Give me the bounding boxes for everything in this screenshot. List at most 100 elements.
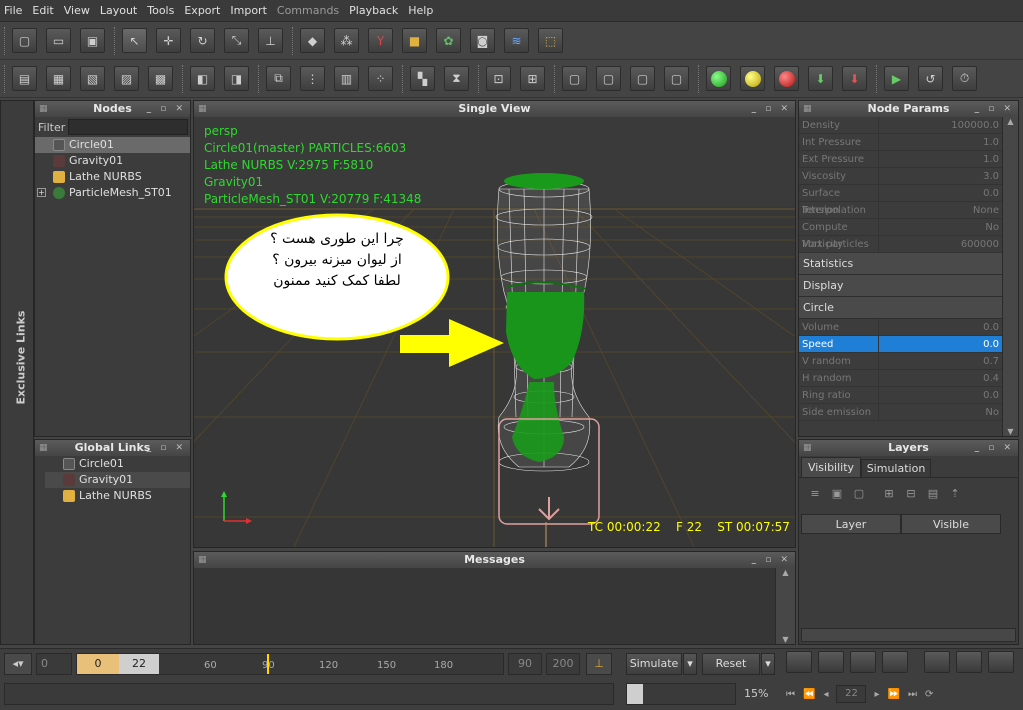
param-value[interactable]: 1.0 xyxy=(878,134,1003,150)
reset-dropdown[interactable]: ▾ xyxy=(761,653,775,675)
tool-k-button[interactable]: ⁘ xyxy=(368,66,393,91)
tool-f-button[interactable]: ◧ xyxy=(190,66,215,91)
current-frame-marker[interactable]: 22 xyxy=(119,654,159,674)
params-scrollbar[interactable]: ▲ ▼ xyxy=(1002,117,1018,436)
tool-h-button[interactable]: ⧉ xyxy=(266,66,291,91)
yellow-light-button[interactable] xyxy=(740,66,765,91)
filter-input[interactable] xyxy=(68,119,188,135)
save-cache-button[interactable]: ⬇ xyxy=(808,66,833,91)
tab-visibility[interactable]: Visibility xyxy=(801,457,861,477)
param-value[interactable]: 0.4 xyxy=(878,370,1003,386)
step-back-icon[interactable]: ⏪ xyxy=(803,689,815,700)
section-statistics[interactable]: Statistics xyxy=(799,253,1003,275)
render-sequence-button[interactable]: ▶ xyxy=(884,66,909,91)
param-row[interactable]: Interpolation None xyxy=(799,202,1003,219)
open-scene-button[interactable]: ▭ xyxy=(46,28,71,53)
tool-i-button[interactable]: ⋮ xyxy=(300,66,325,91)
node-item-particlemesh[interactable]: + ParticleMesh_ST01 xyxy=(35,185,190,201)
simulate-dropdown[interactable]: ▾ xyxy=(683,653,697,675)
param-row[interactable]: Ring ratio 0.0 xyxy=(799,387,1003,404)
tool-e-button[interactable]: ▩ xyxy=(148,66,173,91)
param-value[interactable]: 0.0 xyxy=(878,185,1003,201)
tool-particles-icon[interactable] xyxy=(882,651,908,673)
messages-scrollbar[interactable]: ▲ ▼ xyxy=(775,568,795,644)
tool-g-button[interactable]: ◨ xyxy=(224,66,249,91)
view-box-c-button[interactable]: ▢ xyxy=(630,66,655,91)
wrench-icon[interactable] xyxy=(988,651,1014,673)
param-value[interactable]: 0.0 xyxy=(878,336,1003,352)
save-scene-button[interactable]: ▣ xyxy=(80,28,105,53)
render-loop-button[interactable]: ↺ xyxy=(918,66,943,91)
layer-add-icon[interactable]: ▣ xyxy=(827,487,847,500)
create-object-button[interactable]: ◆ xyxy=(300,28,325,53)
select-tool-button[interactable]: ↖ xyxy=(122,28,147,53)
clear-cache-button[interactable]: ⬇ xyxy=(842,66,867,91)
tool-edit-icon[interactable] xyxy=(818,651,844,673)
next-key-icon[interactable] xyxy=(956,651,982,673)
node-item-gravity01[interactable]: Gravity01 xyxy=(35,153,190,169)
layers-hscrollbar[interactable] xyxy=(801,628,1016,642)
tool-a-button[interactable]: ▤ xyxy=(12,66,37,91)
zoom-extents-button[interactable]: ⊞ xyxy=(520,66,545,91)
go-end-icon[interactable]: ⏭ xyxy=(908,689,917,700)
timeline-options-button[interactable]: ◂▾ xyxy=(4,653,32,675)
step-forward-icon[interactable]: ⏩ xyxy=(888,689,900,700)
param-row[interactable]: Compute Vorticity No xyxy=(799,219,1003,250)
param-value[interactable]: 3.0 xyxy=(878,168,1003,184)
column-visible[interactable]: Visible xyxy=(901,514,1001,534)
current-start-marker[interactable]: 0 xyxy=(77,654,119,674)
param-value[interactable]: 600000 xyxy=(878,236,1003,252)
param-row[interactable]: Surface Tension 0.0 xyxy=(799,185,1003,216)
param-value[interactable]: 1.0 xyxy=(878,151,1003,167)
menu-view[interactable]: View xyxy=(64,4,90,17)
create-daemon-button[interactable]: Y xyxy=(368,28,393,53)
zoom-fit-button[interactable]: ⊡ xyxy=(486,66,511,91)
param-row[interactable]: Volume 0.0 xyxy=(799,319,1003,336)
layer-list-icon[interactable]: ≡ xyxy=(805,487,825,500)
create-group-button[interactable]: ⬚ xyxy=(538,28,563,53)
menu-help[interactable]: Help xyxy=(408,4,433,17)
current-frame-field[interactable]: 22 xyxy=(836,685,867,703)
menu-layout[interactable]: Layout xyxy=(100,4,137,17)
layer-remove-icon[interactable]: ▢ xyxy=(849,487,869,500)
create-camera-button[interactable]: ◙ xyxy=(470,28,495,53)
play-icon[interactable]: ▸ xyxy=(874,689,879,700)
red-light-button[interactable] xyxy=(774,66,799,91)
tool-l-button[interactable]: ▚ xyxy=(410,66,435,91)
tab-simulation[interactable]: Simulation xyxy=(861,459,931,477)
key-icon[interactable]: ⊥ xyxy=(586,653,612,675)
go-start-icon[interactable]: ⏮ xyxy=(786,689,795,700)
menu-import[interactable]: Import xyxy=(230,4,267,17)
prev-key-icon[interactable] xyxy=(924,651,950,673)
simulate-button[interactable]: Simulate xyxy=(626,653,682,675)
axis-tool-button[interactable]: ⊥ xyxy=(258,28,283,53)
param-row-selected[interactable]: Speed 0.0 xyxy=(799,336,1003,353)
viewport[interactable]: persp Circle01(master) PARTICLES:6603 La… xyxy=(194,117,795,547)
param-row[interactable]: Int Pressure 1.0 xyxy=(799,134,1003,151)
layer-group-icon[interactable]: ▤ xyxy=(923,487,943,500)
move-tool-button[interactable]: ✛ xyxy=(156,28,181,53)
tool-b-button[interactable]: ▦ xyxy=(46,66,71,91)
tool-c-button[interactable]: ▧ xyxy=(80,66,105,91)
green-light-button[interactable] xyxy=(706,66,731,91)
param-value[interactable]: No xyxy=(878,404,1003,420)
param-row[interactable]: Max particles 600000 xyxy=(799,236,1003,253)
node-item-lathe-nurbs[interactable]: Lathe NURBS xyxy=(35,169,190,185)
reset-button[interactable]: Reset xyxy=(702,653,760,675)
scroll-down-icon[interactable]: ▼ xyxy=(1003,427,1018,436)
playhead[interactable] xyxy=(267,654,269,674)
param-value[interactable]: No xyxy=(878,219,1003,235)
param-value[interactable]: 0.0 xyxy=(878,387,1003,403)
param-row[interactable]: Ext Pressure 1.0 xyxy=(799,151,1003,168)
menu-export[interactable]: Export xyxy=(184,4,220,17)
layer-new-icon[interactable]: ⊞ xyxy=(879,487,899,500)
param-row[interactable]: Side emission No xyxy=(799,404,1003,421)
tool-view-icon[interactable] xyxy=(850,651,876,673)
view-box-b-button[interactable]: ▢ xyxy=(596,66,621,91)
menu-commands[interactable]: Commands xyxy=(277,4,339,17)
param-row[interactable]: Density 100000.0 xyxy=(799,117,1003,134)
scroll-up-icon[interactable]: ▲ xyxy=(1003,117,1018,126)
timeline-track[interactable]: 0 22 60 90 120 150 180 xyxy=(76,653,504,675)
view-box-d-button[interactable]: ▢ xyxy=(664,66,689,91)
global-link-circle01[interactable]: Circle01 xyxy=(45,456,190,472)
